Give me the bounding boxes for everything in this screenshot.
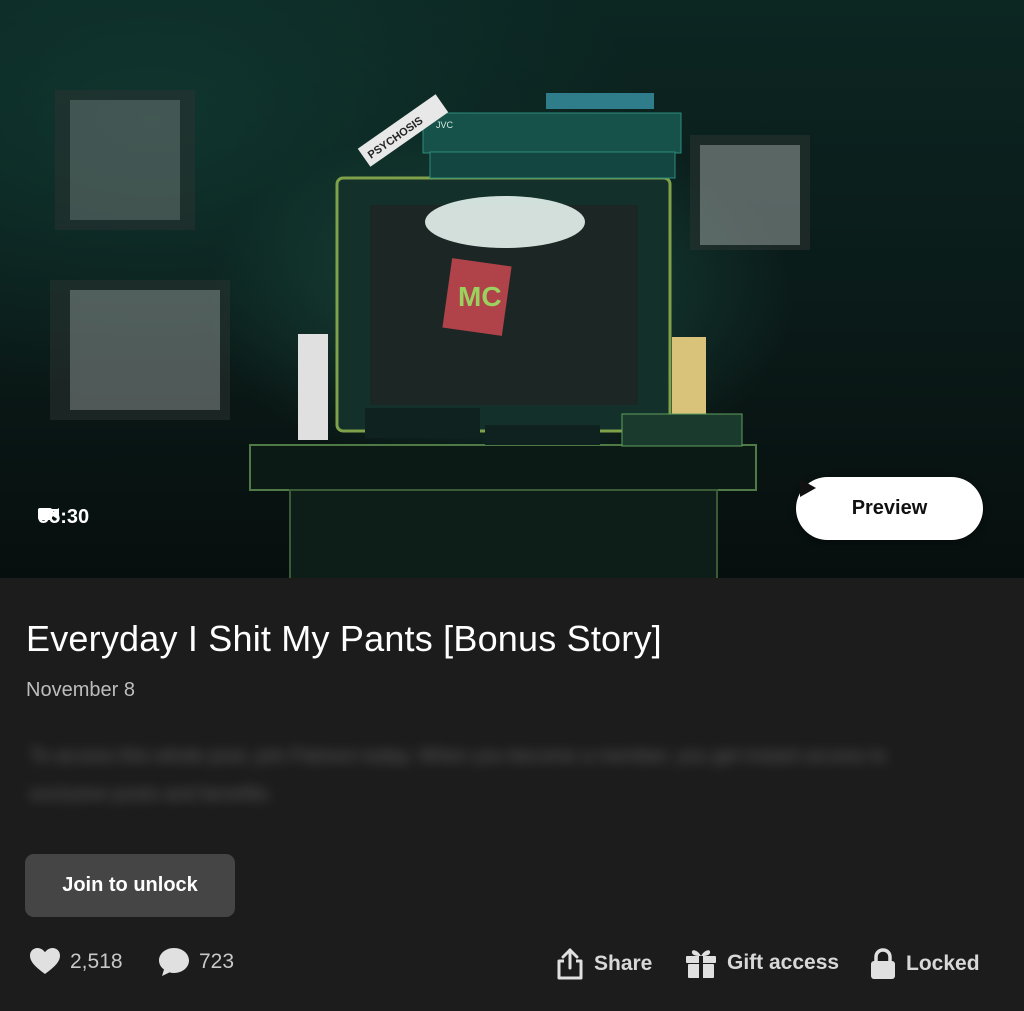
video-thumbnail[interactable]: MC JVC PSYCHOSIS 55:30 Preview: [0, 0, 1024, 578]
locked-teaser-text: To access this whole post, join Patreon …: [30, 746, 887, 805]
lock-icon: [871, 948, 895, 979]
share-icon: [557, 948, 583, 980]
post-actions-bar: 2,518 723 Share Gift access Locked: [0, 944, 1024, 984]
vcr-top: [422, 112, 682, 154]
svg-text:MC: MC: [458, 281, 502, 312]
join-label: Join to unlock: [62, 874, 198, 896]
preview-label: Preview: [851, 497, 928, 519]
share-button[interactable]: Share: [556, 948, 652, 980]
join-to-unlock-button[interactable]: Join to unlock: [25, 854, 235, 917]
comment-count: 723: [199, 950, 235, 973]
comment-bubble-icon: [159, 948, 189, 976]
post-date: November 8: [26, 679, 135, 701]
comment-button[interactable]: 723: [159, 948, 234, 976]
svg-text:JVC: JVC: [436, 120, 454, 130]
locked-label: Locked: [906, 952, 980, 975]
locked-indicator: Locked: [870, 948, 980, 980]
like-button[interactable]: 2,518: [30, 948, 123, 975]
video-duration: 55:30: [38, 506, 89, 529]
cabinet-body: [289, 489, 718, 578]
share-label: Share: [594, 952, 653, 975]
heart-icon: [30, 948, 60, 974]
preview-button[interactable]: Preview: [796, 477, 983, 540]
like-count: 2,518: [70, 949, 123, 973]
gift-access-button[interactable]: Gift access: [685, 948, 839, 978]
gift-label: Gift access: [727, 951, 840, 974]
post-title: Everyday I Shit My Pants [Bonus Story]: [26, 618, 662, 659]
cabinet-top: [249, 444, 757, 491]
gift-icon: [686, 950, 716, 978]
video-camera-icon: [38, 508, 59, 520]
play-icon: [800, 479, 816, 497]
